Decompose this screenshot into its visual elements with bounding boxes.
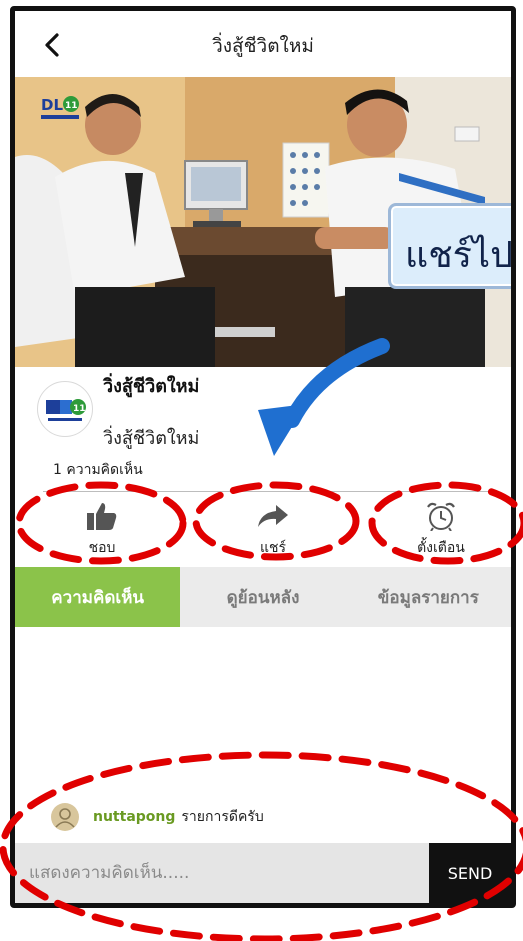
tab-program-info[interactable]: ข้อมูลรายการ: [346, 567, 511, 627]
list-item: nuttapong รายการดีครับ: [15, 797, 511, 837]
program-logo: 11: [37, 381, 93, 437]
tab-comments[interactable]: ความคิดเห็น: [15, 567, 181, 627]
user-icon: [55, 808, 75, 828]
tab-bar: ความคิดเห็น ดูย้อนหลัง ข้อมูลรายการ: [15, 567, 511, 627]
header: วิ่งสู้ชีวิตใหม่: [15, 11, 511, 77]
svg-text:DL: DL: [41, 96, 63, 114]
avatar: [51, 803, 79, 831]
program-name: วิ่งสู้ชีวิตใหม่: [103, 376, 200, 397]
reminder-button[interactable]: ตั้งเตือน: [381, 501, 501, 559]
share-arrow-icon: [258, 505, 288, 527]
comment-count: 1 ความคิดเห็น: [53, 462, 143, 478]
share-label: แชร์: [259, 540, 287, 556]
like-label: ชอบ: [88, 540, 116, 556]
alarm-clock-icon: [427, 502, 455, 531]
svg-text:11: 11: [65, 101, 78, 111]
comment-input[interactable]: [15, 843, 435, 903]
like-button[interactable]: ชอบ: [42, 501, 162, 559]
app-frame: วิ่งสู้ชีวิตใหม่ DL 11 แชร์ไป 11 วิ่งสู้…: [10, 6, 516, 908]
svg-text:11: 11: [73, 404, 86, 414]
comment-text: รายการดีครับ: [181, 809, 264, 825]
tab-replay[interactable]: ดูย้อนหลัง: [180, 567, 345, 627]
page-title: วิ่งสู้ชีวิตใหม่: [212, 35, 314, 57]
program-subtitle: วิ่งสู้ชีวิตใหม่: [103, 428, 200, 449]
program-info: 11 วิ่งสู้ชีวิตใหม่ วิ่งสู้ชีวิตใหม่ 1 ค…: [15, 367, 511, 481]
thumbs-up-icon: [87, 503, 117, 530]
divider: [43, 491, 499, 492]
share-callout-overlay: แชร์ไปยั: [388, 203, 511, 289]
send-button[interactable]: SEND: [429, 843, 511, 903]
channel-logo: DL 11: [41, 95, 81, 121]
reminder-label: ตั้งเตือน: [417, 540, 465, 556]
comment-composer: SEND: [15, 843, 511, 903]
video-player[interactable]: DL 11 แชร์ไปยั: [15, 77, 511, 367]
action-bar: ชอบ แชร์ ตั้งเตือน: [15, 495, 511, 559]
comment-username[interactable]: nuttapong: [93, 809, 175, 825]
share-button[interactable]: แชร์: [213, 501, 333, 559]
